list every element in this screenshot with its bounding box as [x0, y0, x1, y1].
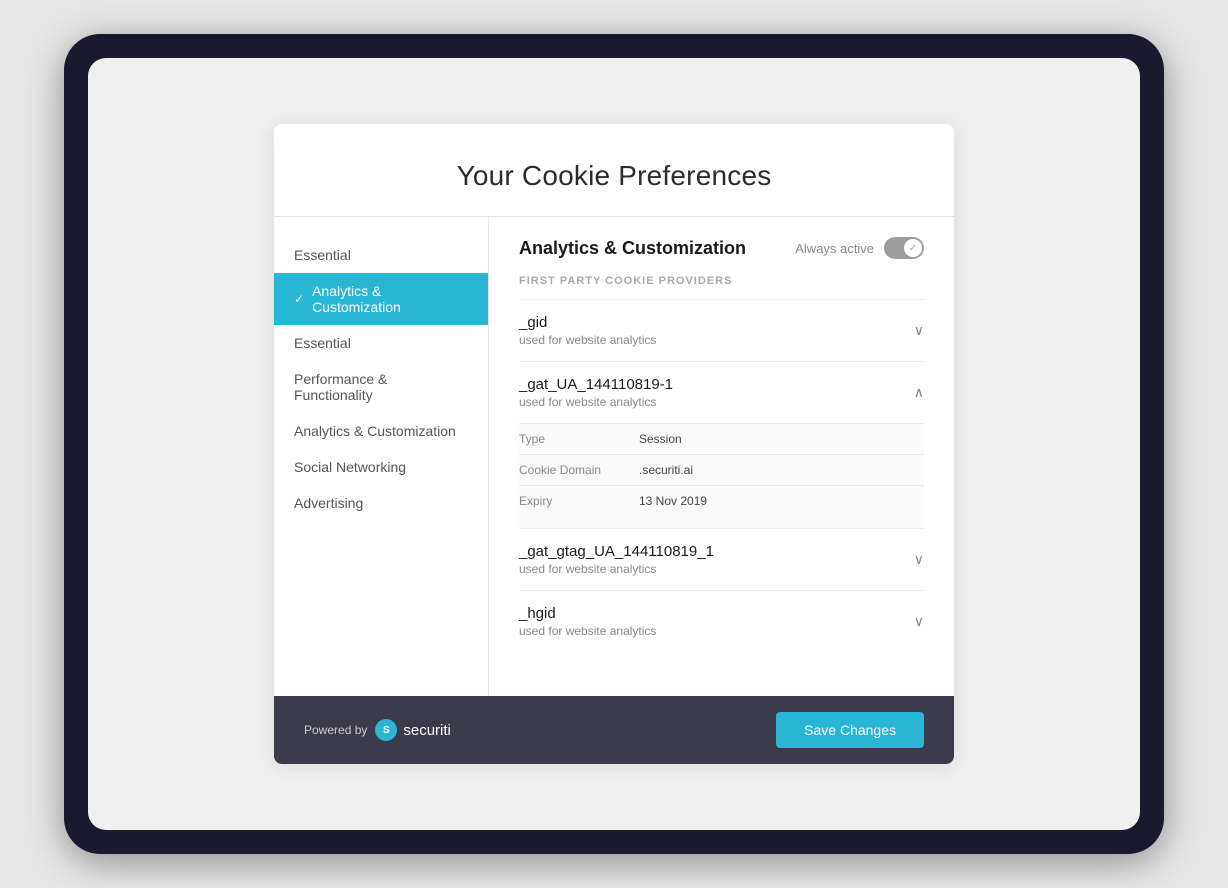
cookie-item-header-hgid[interactable]: _hgidused for website analytics ∨	[519, 591, 924, 652]
panel-header: Analytics & Customization Always active …	[519, 237, 924, 259]
cookie-desc-hgid: used for website analytics	[519, 624, 656, 638]
cookie-info-hgid: _hgidused for website analytics	[519, 605, 656, 638]
cookie-details-gat_ua: TypeSessionCookie Domain.securiti.aiExpi…	[519, 423, 924, 528]
screen: Your Cookie Preferences Essential✓Analyt…	[88, 58, 1140, 830]
cookie-info-gat_gtag: _gat_gtag_UA_144110819_1used for website…	[519, 543, 714, 576]
cookie-item-gid: _gidused for website analytics ∨	[519, 299, 924, 361]
always-active-section: Always active ✓	[795, 237, 924, 259]
modal-footer: Powered by S securiti Save Changes	[274, 696, 954, 764]
cookie-desc-gat_gtag: used for website analytics	[519, 562, 714, 576]
cookie-name-gid: _gid	[519, 314, 656, 331]
cookie-item-hgid: _hgidused for website analytics ∨	[519, 590, 924, 652]
detail-row: TypeSession	[519, 423, 924, 454]
sidebar-item-label: Advertising	[294, 495, 363, 511]
detail-key: Expiry	[519, 494, 639, 508]
sidebar-item-label: Analytics & Customization	[312, 283, 468, 315]
cookie-item-header-gid[interactable]: _gidused for website analytics ∨	[519, 300, 924, 361]
sidebar-item-analytics-customization-sub[interactable]: Analytics & Customization	[274, 413, 488, 449]
sidebar-item-performance-functionality[interactable]: Performance & Functionality	[274, 361, 488, 413]
cookie-name-hgid: _hgid	[519, 605, 656, 622]
cookie-item-gat_ua: _gat_UA_144110819-1used for website anal…	[519, 361, 924, 528]
securiti-name: securiti	[403, 722, 451, 739]
modal-content: Essential ✓ Analytics & Customization Essen…	[274, 217, 954, 696]
securiti-logo: S securiti	[375, 719, 451, 741]
sidebar-item-essential-sub[interactable]: Essential	[274, 325, 488, 361]
cookie-name-gat_gtag: _gat_gtag_UA_144110819_1	[519, 543, 714, 560]
section-label: FIRST PARTY COOKIE PROVIDERS	[519, 275, 924, 287]
sidebar: Essential ✓ Analytics & Customization Essen…	[274, 217, 489, 696]
detail-key: Type	[519, 432, 639, 446]
chevron-down-icon: ∨	[914, 551, 924, 568]
cookie-desc-gid: used for website analytics	[519, 333, 656, 347]
detail-value: .securiti.ai	[639, 463, 693, 477]
detail-row: Cookie Domain.securiti.ai	[519, 454, 924, 485]
cookie-preferences-modal: Your Cookie Preferences Essential✓Analyt…	[274, 124, 954, 764]
cookie-info-gid: _gidused for website analytics	[519, 314, 656, 347]
device-frame: Your Cookie Preferences Essential✓Analyt…	[64, 34, 1164, 854]
powered-by: Powered by S securiti	[304, 719, 451, 741]
save-changes-button[interactable]: Save Changes	[776, 712, 924, 748]
check-icon: ✓	[294, 292, 304, 306]
modal-title: Your Cookie Preferences	[314, 160, 914, 192]
cookie-name-gat_ua: _gat_UA_144110819-1	[519, 376, 673, 393]
securiti-icon: S	[375, 719, 397, 741]
powered-by-text: Powered by	[304, 723, 367, 737]
chevron-down-icon: ∨	[914, 613, 924, 630]
cookie-item-header-gat_gtag[interactable]: _gat_gtag_UA_144110819_1used for website…	[519, 529, 924, 590]
sidebar-item-label: Essential	[294, 335, 351, 351]
sidebar-item-essential-top[interactable]: Essential	[274, 237, 488, 273]
sidebar-item-advertising[interactable]: Advertising	[274, 485, 488, 521]
always-active-toggle[interactable]: ✓	[884, 237, 924, 259]
toggle-check-icon: ✓	[909, 243, 917, 254]
sidebar-item-label: Analytics & Customization	[294, 423, 456, 439]
sidebar-item-label: Performance & Functionality	[294, 371, 468, 403]
cookie-item-header-gat_ua[interactable]: _gat_UA_144110819-1used for website anal…	[519, 362, 924, 423]
detail-value: Session	[639, 432, 682, 446]
detail-key: Cookie Domain	[519, 463, 639, 477]
cookie-info-gat_ua: _gat_UA_144110819-1used for website anal…	[519, 376, 673, 409]
chevron-up-icon: ∧	[914, 384, 924, 401]
cookie-desc-gat_ua: used for website analytics	[519, 395, 673, 409]
panel-title: Analytics & Customization	[519, 238, 746, 259]
always-active-label: Always active	[795, 241, 874, 256]
detail-row: Expiry13 Nov 2019	[519, 485, 924, 516]
modal-body: Your Cookie Preferences Essential✓Analyt…	[274, 124, 954, 696]
main-panel: Analytics & Customization Always active …	[489, 217, 954, 696]
modal-title-section: Your Cookie Preferences	[274, 124, 954, 217]
cookie-list: _gidused for website analytics ∨ _gat_UA_1…	[519, 299, 924, 652]
chevron-down-icon: ∨	[914, 322, 924, 339]
sidebar-item-analytics-customization[interactable]: ✓ Analytics & Customization	[274, 273, 488, 325]
detail-value: 13 Nov 2019	[639, 494, 707, 508]
sidebar-item-label: Essential	[294, 247, 351, 263]
sidebar-item-label: Social Networking	[294, 459, 406, 475]
sidebar-item-social-networking[interactable]: Social Networking	[274, 449, 488, 485]
toggle-knob: ✓	[904, 239, 922, 257]
cookie-item-gat_gtag: _gat_gtag_UA_144110819_1used for website…	[519, 528, 924, 590]
